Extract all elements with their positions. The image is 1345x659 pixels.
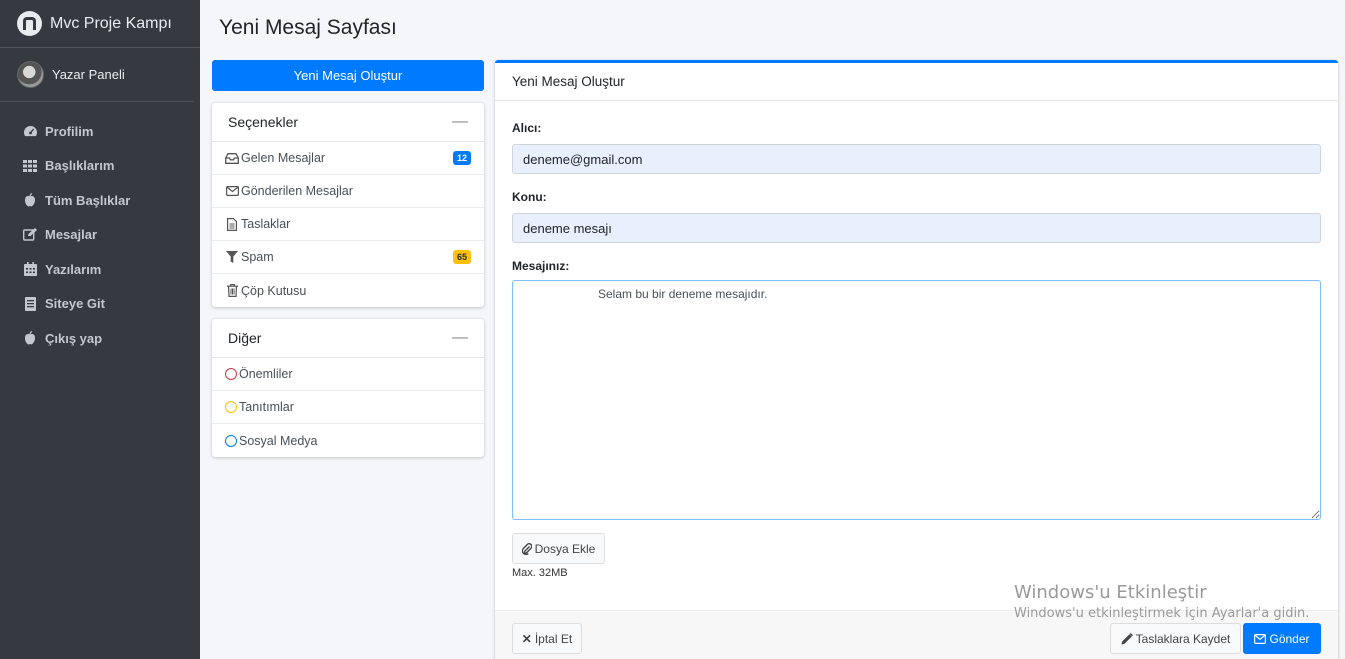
other-card: Diğer — Önemliler Tanıtımlar Sosyal Medy…	[212, 319, 484, 457]
sidebar-item-label: Yazılarım	[45, 261, 102, 277]
sidebar-item-siteye-git[interactable]: Siteye Git	[0, 287, 200, 322]
options-card-title: Seçenekler	[228, 114, 299, 130]
attach-file-label: Dosya Ekle	[534, 541, 596, 556]
label-item-social[interactable]: Sosyal Medya	[212, 424, 484, 457]
inbox-icon	[225, 152, 239, 164]
other-card-header: Diğer —	[212, 319, 484, 358]
send-label: Gönder	[1269, 631, 1310, 646]
folder-item-label: Gönderilen Mesajlar	[241, 184, 353, 198]
folder-item-label: Taslaklar	[241, 217, 291, 231]
recipient-label: Alıcı:	[512, 121, 542, 135]
brand-text: Mvc Proje Kampı	[50, 14, 172, 32]
minus-icon[interactable]: —	[452, 113, 468, 131]
circle-blue-icon	[225, 434, 237, 447]
envelope-icon	[1254, 633, 1267, 644]
user-name: Yazar Paneli	[52, 67, 125, 82]
sidebar-item-label: Mesajlar	[45, 227, 98, 243]
apple-icon	[22, 331, 38, 345]
page-title: Yeni Mesaj Sayfası	[219, 16, 397, 39]
document-icon	[22, 296, 38, 311]
sidebar-item-label: Çıkış yap	[45, 330, 103, 346]
save-draft-button[interactable]: Taslaklara Kaydet	[1110, 623, 1241, 654]
label-item-promotions[interactable]: Tanıtımlar	[212, 391, 484, 424]
brand-logo-icon	[17, 11, 42, 36]
folder-item-label: Çöp Kutusu	[241, 283, 307, 298]
options-card-header: Seçenekler —	[212, 103, 484, 142]
watermark-subtitle: Windows'u etkinleştirmek için Ayarlar'a …	[1014, 606, 1310, 621]
trash-icon	[225, 284, 239, 297]
options-card: Seçenekler — Gelen Mesajlar 12 Gönderile…	[212, 103, 484, 307]
label-item-important[interactable]: Önemliler	[212, 358, 484, 391]
folder-item-trash[interactable]: Çöp Kutusu	[212, 274, 484, 307]
cancel-button[interactable]: ✕ İptal Et	[512, 623, 582, 654]
apple-icon	[22, 193, 38, 207]
sidebar-item-label: Başlıklarım	[45, 158, 115, 174]
grid-icon	[22, 159, 38, 173]
spam-count-badge: 65	[452, 250, 471, 264]
folder-item-spam[interactable]: Spam 65	[212, 241, 484, 274]
folder-item-inbox[interactable]: Gelen Mesajlar 12	[212, 142, 484, 175]
folder-item-label: Spam	[241, 250, 274, 264]
send-button[interactable]: Gönder	[1243, 623, 1321, 654]
label-item-label: Tanıtımlar	[239, 400, 294, 414]
filter-icon	[225, 251, 239, 263]
sidebar-item-label: Tüm Başlıklar	[45, 192, 131, 208]
message-label: Mesajınız:	[512, 259, 570, 273]
file-icon	[225, 217, 239, 231]
sidebar-item-cikis-yap[interactable]: Çıkış yap	[0, 321, 200, 356]
label-item-label: Sosyal Medya	[239, 433, 318, 448]
circle-yellow-icon	[225, 401, 237, 413]
paperclip-icon	[521, 542, 532, 555]
save-draft-label: Taslaklara Kaydet	[1135, 631, 1231, 646]
sidebar-nav: Profilim Başlıklarım Tüm Başlıklar Mesaj…	[0, 102, 200, 356]
folder-item-label: Gelen Mesajlar	[241, 151, 326, 165]
label-item-label: Önemliler	[239, 367, 293, 381]
recipient-input[interactable]	[512, 144, 1321, 174]
envelope-icon	[225, 186, 239, 196]
circle-red-icon	[225, 368, 237, 380]
message-textarea[interactable]: Selam bu bir deneme mesajıdır.	[512, 280, 1321, 520]
windows-activation-watermark: Windows'u Etkinleştir Windows'u etkinleş…	[1014, 582, 1309, 621]
attach-file-button[interactable]: Dosya Ekle	[512, 533, 605, 564]
user-panel[interactable]: Yazar Paneli	[0, 48, 194, 102]
sidebar-item-label: Siteye Git	[45, 296, 105, 312]
other-card-title: Diğer	[228, 330, 262, 346]
compose-card: Yeni Mesaj Oluştur Alıcı: Konu: Mesajını…	[495, 60, 1338, 659]
sidebar-item-tum-basliklar[interactable]: Tüm Başlıklar	[0, 183, 200, 218]
content-area: Yeni Mesaj Sayfası Yeni Mesaj Oluştur Se…	[200, 0, 1345, 659]
sidebar-item-profilim[interactable]: Profilim	[0, 114, 200, 149]
subject-label: Konu:	[512, 190, 547, 204]
watermark-title: Windows'u Etkinleştir	[1014, 582, 1207, 603]
folder-item-sent[interactable]: Gönderilen Mesajlar	[212, 175, 484, 208]
brand[interactable]: Mvc Proje Kampı	[0, 0, 200, 48]
compose-card-title: Yeni Mesaj Oluştur	[512, 74, 625, 89]
sidebar-item-yazilarim[interactable]: Yazılarım	[0, 252, 200, 287]
sidebar: Mvc Proje Kampı Yazar Paneli Profilim Ba…	[0, 0, 200, 659]
sidebar-item-mesajlar[interactable]: Mesajlar	[0, 218, 200, 253]
dashboard-icon	[22, 124, 38, 138]
mailbox-column: Yeni Mesaj Oluştur Seçenekler — Gelen Me…	[212, 60, 484, 457]
sidebar-item-label: Profilim	[45, 123, 94, 139]
compose-button[interactable]: Yeni Mesaj Oluştur	[212, 60, 484, 91]
sidebar-item-basliklarim[interactable]: Başlıklarım	[0, 149, 200, 184]
edit-icon	[22, 228, 38, 242]
minus-icon[interactable]: —	[452, 329, 468, 347]
pencil-icon	[1121, 632, 1133, 645]
unread-count-badge: 12	[452, 151, 471, 165]
cancel-label: İptal Et	[534, 631, 573, 646]
folder-item-drafts[interactable]: Taslaklar	[212, 208, 484, 241]
compose-card-header: Yeni Mesaj Oluştur	[495, 63, 1338, 101]
subject-input[interactable]	[512, 213, 1321, 243]
close-icon: ✕	[521, 631, 532, 646]
calendar-icon	[22, 262, 38, 277]
attach-help-text: Max. 32MB	[512, 567, 568, 579]
avatar	[17, 61, 44, 88]
